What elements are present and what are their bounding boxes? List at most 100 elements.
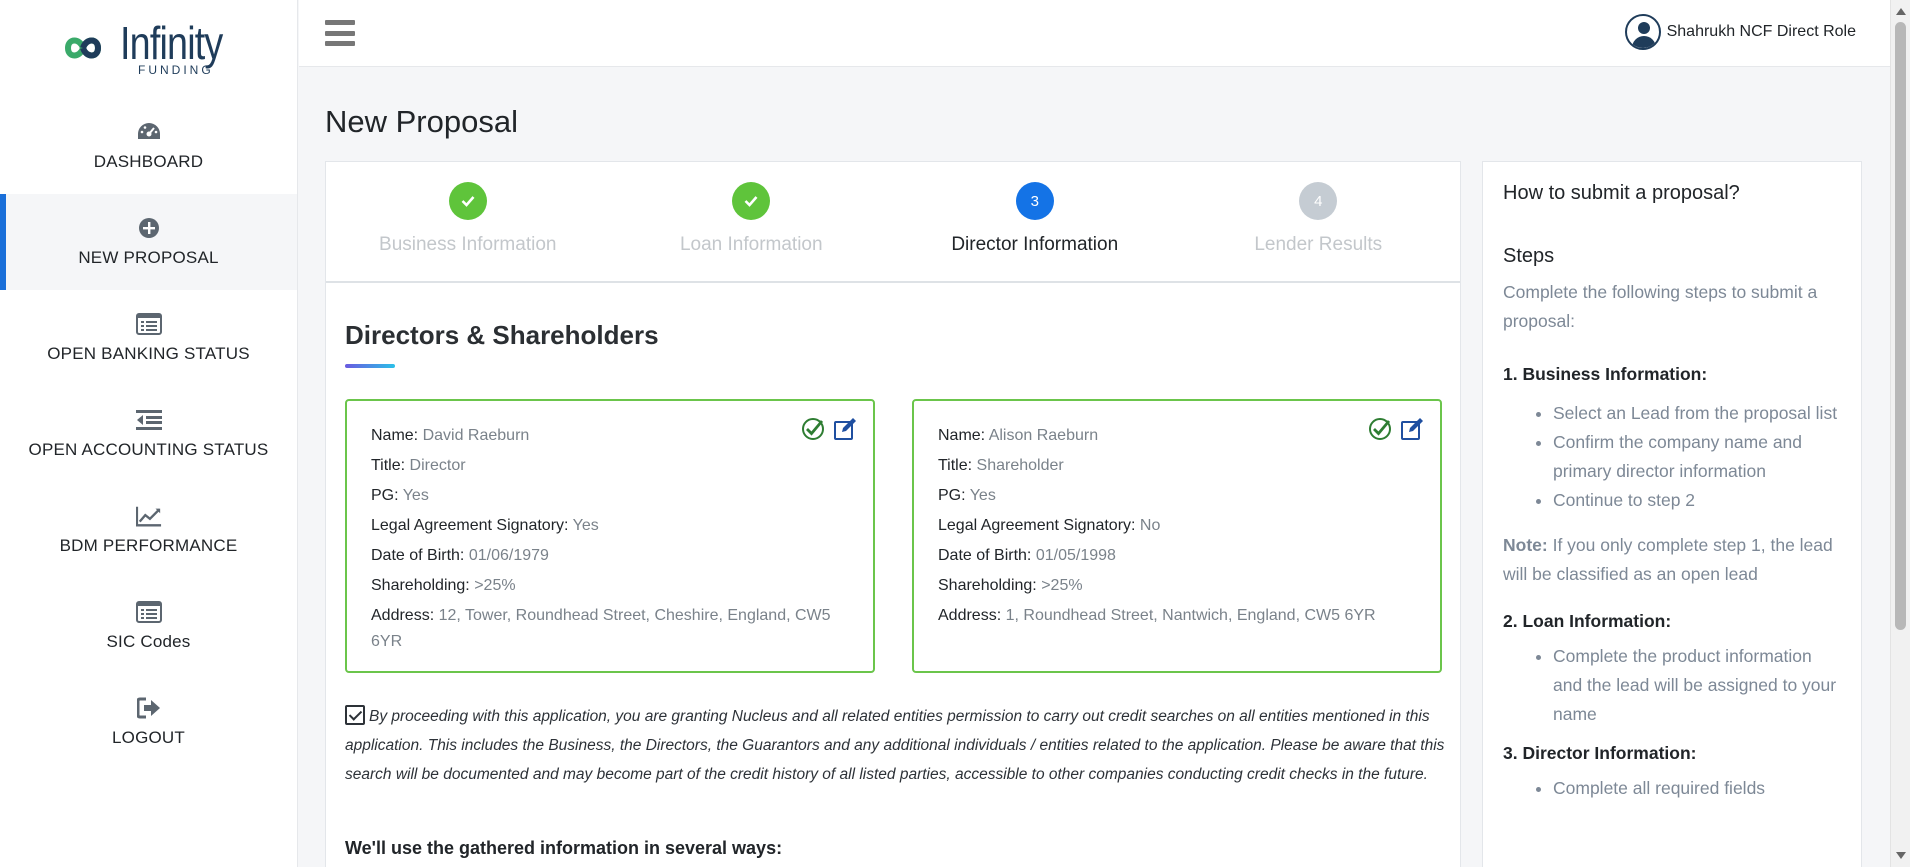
- director-address: 1, Roundhead Street, Nantwich, England, …: [1005, 607, 1376, 624]
- director-signatory: Yes: [572, 517, 599, 534]
- director-signatory-row: Legal Agreement Signatory: Yes: [371, 511, 849, 541]
- list-item: Complete the product information and the…: [1553, 642, 1841, 729]
- director-title-row: Title: Director: [371, 451, 849, 481]
- director-shareholding-row: Shareholding: >25%: [938, 571, 1416, 601]
- director-card: Name: Alison Raeburn Title: Shareholder …: [912, 399, 1442, 673]
- director-pg-row: PG: Yes: [938, 481, 1416, 511]
- list-icon: [135, 312, 162, 336]
- help-step-3-list: Complete all required fields: [1503, 774, 1841, 803]
- sidebar-item-label: BDM PERFORMANCE: [59, 536, 238, 555]
- director-name-row: Name: Alison Raeburn: [938, 421, 1416, 451]
- field-label: Shareholding:: [938, 577, 1037, 594]
- help-panel: How to submit a proposal? Steps Complete…: [1482, 161, 1862, 867]
- sidebar-item-label: OPEN ACCOUNTING STATUS: [28, 440, 269, 459]
- help-note: Note: If you only complete step 1, the l…: [1503, 531, 1841, 589]
- user-menu[interactable]: Shahrukh NCF Direct Role: [1624, 14, 1856, 50]
- sidebar-item-logout[interactable]: LOGOUT: [0, 674, 297, 770]
- sidebar-item-new-proposal[interactable]: NEW PROPOSAL: [0, 194, 297, 290]
- sidebar-item-label: OPEN BANKING STATUS: [47, 344, 250, 363]
- dashboard-icon: [136, 120, 162, 144]
- list-item: Complete all required fields: [1553, 774, 1841, 803]
- menu-toggle-icon[interactable]: [325, 20, 355, 46]
- brand-logo[interactable]: Infinity FUNDING: [0, 0, 297, 96]
- help-step-3-heading: 3. Director Information:: [1503, 743, 1697, 763]
- field-label: Title:: [371, 457, 406, 474]
- sidebar-item-label: NEW PROPOSAL: [78, 248, 219, 267]
- director-shareholding: >25%: [1041, 577, 1083, 594]
- director-card: Name: David Raeburn Title: Director PG: …: [345, 399, 875, 673]
- step-lender-results[interactable]: 4 Lender Results: [1177, 162, 1461, 281]
- director-pg: Yes: [969, 487, 996, 504]
- help-steps-heading: Steps: [1503, 245, 1555, 267]
- list-icon: [135, 600, 162, 624]
- scroll-up-arrow-icon[interactable]: [1896, 8, 1906, 15]
- step-business-information[interactable]: Business Information: [326, 162, 610, 281]
- field-label: Name:: [371, 427, 419, 444]
- credit-search-consent: By proceeding with this application, you…: [345, 702, 1445, 789]
- step-label: Director Information: [951, 234, 1119, 255]
- list-item: Select an Lead from the proposal list: [1553, 399, 1841, 428]
- consent-checkbox[interactable]: [345, 705, 365, 725]
- field-label: Name:: [938, 427, 986, 444]
- proposal-card: Business Information Loan Information 3 …: [325, 161, 1461, 867]
- director-name: David Raeburn: [422, 427, 530, 444]
- sidebar-item-label: LOGOUT: [112, 728, 185, 747]
- scroll-thumb[interactable]: [1895, 22, 1906, 630]
- field-label: Shareholding:: [371, 577, 470, 594]
- field-label: Date of Birth:: [371, 547, 465, 564]
- director-dob: 01/06/1979: [468, 547, 549, 564]
- director-signatory: No: [1139, 517, 1161, 534]
- help-step-1-heading: 1. Business Information:: [1503, 364, 1708, 384]
- edit-icon[interactable]: [1400, 417, 1424, 446]
- director-name: Alison Raeburn: [988, 427, 1099, 444]
- infinity-logo-icon: [65, 37, 102, 59]
- director-address-row: Address: 12, Tower, Roundhead Street, Ch…: [371, 601, 849, 655]
- field-label: Legal Agreement Signatory:: [938, 517, 1136, 534]
- step-director-information[interactable]: 3 Director Information: [893, 162, 1177, 281]
- field-label: PG:: [371, 487, 399, 504]
- sidebar-item-open-accounting-status[interactable]: OPEN ACCOUNTING STATUS: [0, 386, 297, 482]
- help-step-1-list: Select an Lead from the proposal list Co…: [1503, 399, 1841, 515]
- director-shareholding: >25%: [474, 577, 516, 594]
- field-label: PG:: [938, 487, 966, 504]
- brand-name: Infinity: [120, 17, 223, 69]
- director-pg-row: PG: Yes: [371, 481, 849, 511]
- field-label: Date of Birth:: [938, 547, 1032, 564]
- verified-check-icon[interactable]: [1368, 417, 1392, 446]
- sidebar-item-label: DASHBOARD: [93, 152, 204, 171]
- sidebar-item-dashboard[interactable]: DASHBOARD: [0, 98, 297, 194]
- step-number: 4: [1299, 182, 1338, 220]
- edit-icon[interactable]: [833, 417, 857, 446]
- scroll-down-arrow-icon[interactable]: [1896, 852, 1906, 859]
- check-icon: [448, 182, 487, 220]
- director-address-row: Address: 1, Roundhead Street, Nantwich, …: [938, 601, 1416, 629]
- sidebar-item-bdm-performance[interactable]: BDM PERFORMANCE: [0, 482, 297, 578]
- help-step-2-list: Complete the product information and the…: [1503, 642, 1841, 729]
- sidebar-item-open-banking-status[interactable]: OPEN BANKING STATUS: [0, 290, 297, 386]
- field-label: Address:: [938, 607, 1002, 624]
- sidebar-nav: DASHBOARD NEW PROPOSAL OPEN BANKING STAT…: [0, 98, 297, 770]
- section-underline: [345, 364, 395, 368]
- page-scrollbar[interactable]: [1890, 0, 1910, 867]
- step-label: Lender Results: [1254, 234, 1383, 255]
- step-loan-information[interactable]: Loan Information: [610, 162, 894, 281]
- sidebar: Infinity FUNDING DASHBOARD NEW PROPOSAL …: [0, 0, 298, 867]
- help-title: How to submit a proposal?: [1503, 182, 1740, 204]
- help-intro: Complete the following steps to submit a…: [1503, 282, 1818, 331]
- field-label: Title:: [938, 457, 973, 474]
- director-name-row: Name: David Raeburn: [371, 421, 849, 451]
- sidebar-item-sic-codes[interactable]: SIC Codes: [0, 578, 297, 674]
- verified-check-icon[interactable]: [801, 417, 825, 446]
- list-item: Confirm the company name and primary dir…: [1553, 428, 1841, 486]
- page-title: New Proposal: [325, 104, 518, 139]
- avatar: [1624, 14, 1661, 50]
- director-title: Director: [409, 457, 466, 474]
- list-item: Continue to step 2: [1553, 486, 1841, 515]
- section-title: Directors & Shareholders: [345, 320, 659, 350]
- consent-text: By proceeding with this application, you…: [345, 708, 1445, 783]
- help-step-2-heading: 2. Loan Information:: [1503, 611, 1672, 631]
- director-pg: Yes: [402, 487, 429, 504]
- director-title: Shareholder: [976, 457, 1064, 474]
- note-label: Note:: [1503, 535, 1548, 555]
- director-address: 12, Tower, Roundhead Street, Cheshire, E…: [371, 607, 831, 650]
